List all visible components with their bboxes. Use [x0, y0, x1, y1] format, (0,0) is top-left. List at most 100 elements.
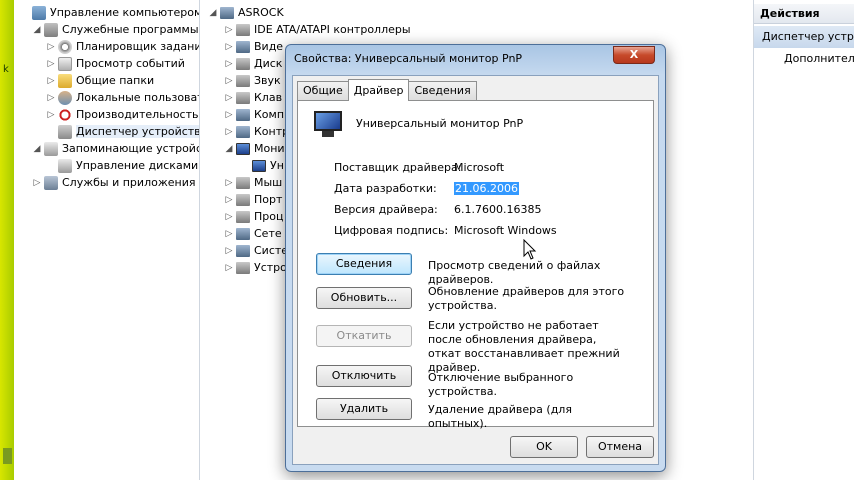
tree-item-device-manager[interactable]: Диспетчер устройств [46, 123, 200, 140]
ok-button[interactable]: OK [510, 436, 578, 458]
collapse-arrow-icon[interactable]: ◢ [32, 25, 42, 35]
root-label: ASROCK [238, 6, 284, 19]
device-category[interactable]: ◢ Мони [224, 140, 285, 157]
close-button[interactable]: X [613, 46, 655, 64]
collapse-arrow-icon[interactable]: ◢ [208, 8, 218, 18]
disable-description: Отключение выбранного устройства. [428, 371, 574, 398]
device-category[interactable]: ▷ Диск [224, 55, 283, 72]
expand-arrow-icon[interactable]: ▷ [224, 42, 234, 52]
network-icon [236, 227, 250, 240]
tree-item-label: Служебные программы [62, 23, 199, 36]
uninstall-driver-button[interactable]: Удалить [316, 398, 412, 420]
tree-item-label: Производительность [76, 108, 199, 121]
expand-arrow-icon[interactable]: ▷ [224, 178, 234, 188]
expand-arrow-icon[interactable]: ▷ [224, 195, 234, 205]
expand-arrow-icon[interactable]: ▷ [224, 110, 234, 120]
collapse-arrow-icon[interactable]: ◢ [32, 144, 42, 154]
processor-icon [236, 210, 250, 223]
expand-arrow-icon[interactable]: ▷ [46, 42, 56, 52]
cancel-button[interactable]: Отмена [586, 436, 654, 458]
date-value[interactable]: 21.06.2006 [454, 182, 519, 195]
tree-item-storage[interactable]: ◢ Запоминающие устройст [32, 140, 199, 157]
version-label: Версия драйвера: [334, 203, 438, 216]
expand-arrow-icon[interactable]: ▷ [224, 212, 234, 222]
device-item[interactable]: Ун [240, 157, 284, 174]
category-label: Мони [254, 142, 285, 155]
expand-arrow-icon[interactable]: ▷ [46, 59, 56, 69]
properties-dialog[interactable]: Свойства: Универсальный монитор PnP X Об… [285, 44, 666, 472]
tree-item-task-scheduler[interactable]: ▷ Планировщик заданий [46, 38, 199, 55]
ide-controller-icon [236, 23, 250, 36]
device-name: Универсальный монитор PnP [356, 117, 524, 130]
device-category[interactable]: ▷ IDE ATA/ATAPI контроллеры [224, 21, 411, 38]
expand-arrow-icon[interactable]: ▷ [224, 93, 234, 103]
keyboard-icon [236, 91, 250, 104]
tab-driver[interactable]: Драйвер [347, 79, 410, 101]
actions-section-device-manager[interactable]: Диспетчер устрой [754, 26, 854, 48]
provider-value: Microsoft [454, 161, 505, 174]
tab-general[interactable]: Общие [297, 81, 349, 101]
update-description: Обновление драйверов для этого устройств… [428, 285, 625, 312]
expand-arrow-icon[interactable]: ▷ [224, 246, 234, 256]
usb-icon [236, 261, 250, 274]
device-category[interactable]: ▷ Контр [224, 123, 290, 140]
category-label: Устро [254, 261, 287, 274]
device-category[interactable]: ▷ Комп [224, 106, 285, 123]
tree-item-services-apps[interactable]: ▷ Службы и приложения [32, 174, 195, 191]
tree-item-label: Диспетчер устройств [76, 125, 200, 138]
category-label: Систе [254, 244, 289, 257]
expand-arrow-icon[interactable]: ▷ [46, 93, 56, 103]
expand-arrow-icon[interactable]: ▷ [224, 263, 234, 273]
tree-item-shared-folders[interactable]: ▷ Общие папки [46, 72, 154, 89]
device-category[interactable]: ▷ Виде [224, 38, 284, 55]
expand-arrow-icon[interactable]: ▷ [224, 127, 234, 137]
tab-details[interactable]: Сведения [408, 81, 477, 101]
details-button[interactable]: Сведения [316, 253, 412, 275]
device-category[interactable]: ▷ Порт [224, 191, 283, 208]
disable-device-button[interactable]: Отключить [316, 365, 412, 387]
device-category[interactable]: ▷ Систе [224, 242, 289, 259]
collapse-arrow-icon[interactable]: ◢ [224, 144, 234, 154]
expand-arrow-icon[interactable]: ▷ [224, 229, 234, 239]
signature-label: Цифровая подпись: [334, 224, 449, 237]
device-category[interactable]: ▷ Проц [224, 208, 284, 225]
tree-item-event-viewer[interactable]: ▷ Просмотр событий [46, 55, 185, 72]
expand-arrow-icon[interactable]: ▷ [46, 76, 56, 86]
tree-item-system-tools[interactable]: ◢ Служебные программы [32, 21, 199, 38]
computer-icon [220, 6, 234, 19]
rollback-driver-button[interactable]: Откатить [316, 325, 412, 347]
expand-arrow-icon[interactable]: ▷ [224, 59, 234, 69]
monitor-icon [314, 111, 342, 137]
device-category[interactable]: ▷ Звук [224, 72, 281, 89]
disk-drive-icon [236, 57, 250, 70]
performance-icon [58, 107, 72, 122]
category-label: Сете [254, 227, 282, 240]
tree-item-disk-management[interactable]: Управление дисками [46, 157, 198, 174]
version-value: 6.1.7600.16385 [454, 203, 542, 216]
tree-item-local-users[interactable]: ▷ Локальные пользовате [46, 89, 199, 106]
update-driver-button[interactable]: Обновить... [316, 287, 412, 309]
monitor-icon [252, 159, 266, 172]
tree-item-performance[interactable]: ▷ Производительность [46, 106, 199, 123]
console-tree-pane[interactable]: Управление компьютером (л ◢ Служебные пр… [14, 0, 200, 480]
provider-label: Поставщик драйвера: [334, 161, 462, 174]
more-actions-link[interactable]: Дополнитель [784, 50, 854, 68]
expand-arrow-icon[interactable]: ▷ [46, 110, 56, 120]
driver-tab-panel: Универсальный монитор PnP Поставщик драй… [297, 100, 654, 430]
expand-arrow-icon[interactable]: ▷ [32, 178, 42, 188]
tree-item-computer-management[interactable]: Управление компьютером (л [20, 4, 200, 21]
computer-management-icon [32, 5, 46, 20]
category-label: Комп [254, 108, 285, 121]
controller-icon [236, 125, 250, 138]
expand-arrow-icon[interactable]: ▷ [224, 25, 234, 35]
event-viewer-icon [58, 56, 72, 71]
device-tree-root[interactable]: ◢ ASROCK [208, 4, 284, 21]
expand-arrow-icon[interactable]: ▷ [224, 76, 234, 86]
tree-item-label: Управление компьютером (л [50, 6, 200, 19]
tree-item-label: Управление дисками [76, 159, 199, 172]
uninstall-description: Удаление драйвера (для опытных). [428, 403, 572, 430]
device-category[interactable]: ▷ Сете [224, 225, 282, 242]
device-category[interactable]: ▷ Клав [224, 89, 283, 106]
device-category[interactable]: ▷ Устро [224, 259, 287, 276]
device-category[interactable]: ▷ Мыш [224, 174, 283, 191]
